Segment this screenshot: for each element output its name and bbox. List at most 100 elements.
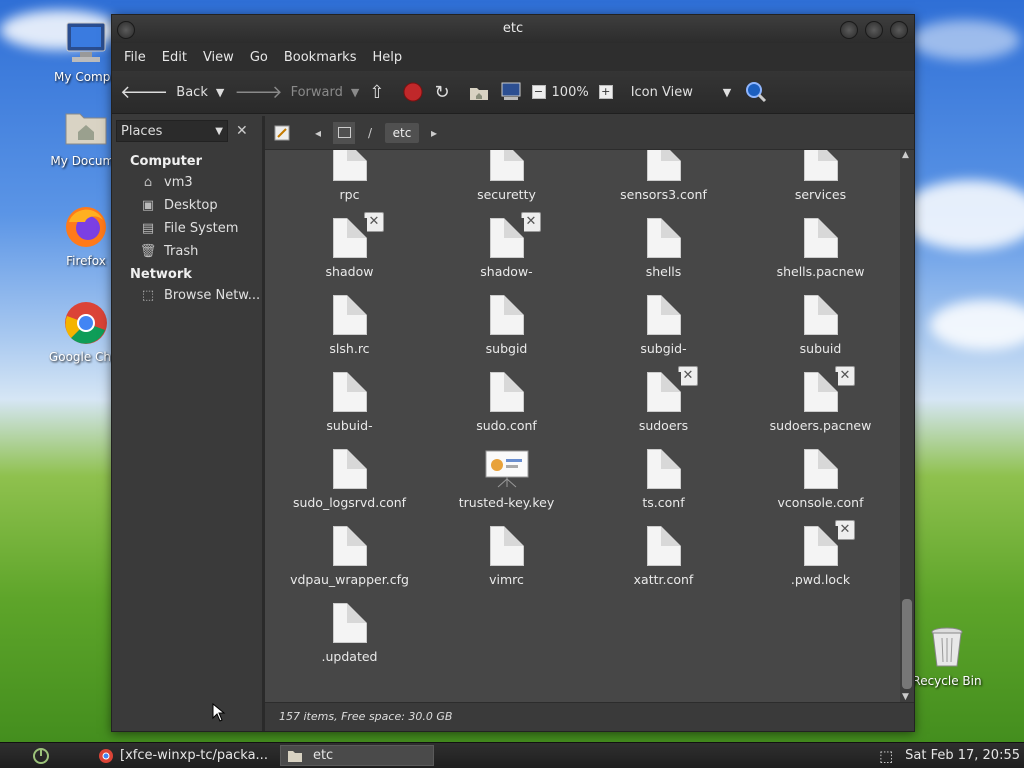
- path-scroll-left-button[interactable]: ◂: [307, 122, 329, 144]
- start-menu-icon: [33, 747, 49, 764]
- file-item[interactable]: subuid: [742, 285, 899, 362]
- close-button[interactable]: [890, 21, 908, 39]
- file-item[interactable]: services: [742, 150, 899, 208]
- desktop-icon: ▣: [141, 198, 155, 213]
- file-name: xattr.conf: [633, 572, 694, 587]
- vertical-scrollbar[interactable]: ▲ ▼: [900, 150, 914, 702]
- file-item[interactable]: trusted-key.key: [428, 439, 585, 516]
- back-button[interactable]: 🡐 Back: [120, 82, 208, 103]
- forward-button[interactable]: 🡒 Forward: [234, 82, 343, 103]
- sidebar-item-browse-network[interactable]: ⬚ Browse Netw...: [112, 284, 262, 307]
- stop-icon: [403, 82, 423, 102]
- file-name: subgid: [485, 341, 528, 356]
- file-item[interactable]: rpc: [271, 150, 428, 208]
- file-item[interactable]: securetty: [428, 150, 585, 208]
- file-item[interactable]: sudo.conf: [428, 362, 585, 439]
- file-item[interactable]: subgid-: [585, 285, 742, 362]
- menu-edit[interactable]: Edit: [154, 50, 195, 65]
- file-item[interactable]: vconsole.conf: [742, 439, 899, 516]
- close-sidebar-icon[interactable]: ✕: [236, 123, 248, 139]
- file-item[interactable]: shells.pacnew: [742, 208, 899, 285]
- menu-go[interactable]: Go: [242, 50, 276, 65]
- sidebar-pane-select[interactable]: Places ▼: [116, 120, 228, 142]
- cloud: [910, 20, 1020, 60]
- text-file-icon: [803, 150, 838, 181]
- file-item[interactable]: subgid: [428, 285, 585, 362]
- file-name: services: [794, 187, 847, 202]
- file-name: subuid: [799, 341, 842, 356]
- file-icon-view[interactable]: rpc securetty sensors3.conf services ✕ shadow…: [265, 150, 914, 702]
- file-name: rpc: [339, 187, 360, 202]
- menu-view[interactable]: View: [195, 50, 242, 65]
- toggle-location-entry-button[interactable]: [271, 122, 293, 144]
- sidebar-item-file-system[interactable]: ▤ File System: [112, 217, 262, 240]
- file-item[interactable]: ✕ sudoers: [585, 362, 742, 439]
- path-segment-current[interactable]: etc: [385, 122, 419, 143]
- file-item[interactable]: .updated: [271, 593, 428, 670]
- zoom-in-icon: +: [598, 85, 613, 99]
- file-item[interactable]: sensors3.conf: [585, 150, 742, 208]
- text-file-icon: [489, 295, 524, 335]
- text-file-icon: [803, 526, 838, 566]
- path-scroll-right-button[interactable]: ▸: [423, 122, 445, 144]
- zoom-in-button[interactable]: +: [598, 85, 621, 99]
- up-button[interactable]: ⇧: [369, 82, 392, 103]
- file-name: shadow-: [480, 264, 533, 279]
- home-button[interactable]: [468, 82, 490, 102]
- file-item[interactable]: vimrc: [428, 516, 585, 593]
- menu-help[interactable]: Help: [364, 50, 410, 65]
- text-file-icon: [646, 449, 681, 489]
- file-item[interactable]: ✕ .pwd.lock: [742, 516, 899, 593]
- file-name: subgid-: [640, 341, 687, 356]
- content-pane: ◂ / etc ▸ rpc securetty sensors3.conf servi…: [265, 116, 914, 731]
- sidebar-item-label: Browse Netw...: [164, 288, 261, 303]
- text-file-icon: [803, 372, 838, 412]
- sidebar-item-desktop[interactable]: ▣ Desktop: [112, 194, 262, 217]
- network-tray-icon[interactable]: ⬚: [879, 747, 893, 765]
- forward-history-dropdown[interactable]: ▼: [351, 86, 359, 99]
- file-item[interactable]: slsh.rc: [271, 285, 428, 362]
- text-file-icon: [803, 449, 838, 489]
- minimize-button[interactable]: [840, 21, 858, 39]
- file-item[interactable]: ts.conf: [585, 439, 742, 516]
- search-button[interactable]: [745, 81, 767, 103]
- file-name: sudo.conf: [476, 418, 537, 433]
- scrollbar-thumb[interactable]: [902, 599, 912, 689]
- sidebar-item-label: vm3: [164, 175, 193, 190]
- sidebar-item-vm3[interactable]: ⌂ vm3: [112, 171, 262, 194]
- scroll-down-arrow[interactable]: ▼: [902, 692, 909, 702]
- path-root-button[interactable]: [333, 121, 355, 144]
- sidebar-item-trash[interactable]: 🗑 Trash: [112, 240, 262, 263]
- clock[interactable]: Sat Feb 17, 20:55: [905, 748, 1020, 763]
- maximize-button[interactable]: [865, 21, 883, 39]
- task-label: etc: [312, 748, 334, 763]
- file-name: securetty: [477, 187, 536, 202]
- file-item[interactable]: subuid-: [271, 362, 428, 439]
- back-history-dropdown[interactable]: ▼: [216, 86, 224, 99]
- view-mode-select[interactable]: Icon View ▼: [631, 85, 731, 100]
- file-item[interactable]: shells: [585, 208, 742, 285]
- window-menu-button[interactable]: [117, 21, 135, 39]
- path-bar: ◂ / etc ▸: [265, 116, 914, 150]
- file-name: sudoers: [638, 418, 689, 433]
- file-item[interactable]: ✕ shadow-: [428, 208, 585, 285]
- file-name: sudo_logsrvd.conf: [292, 495, 407, 510]
- file-item[interactable]: ✕ sudoers.pacnew: [742, 362, 899, 439]
- file-item[interactable]: sudo_logsrvd.conf: [271, 439, 428, 516]
- scroll-up-arrow[interactable]: ▲: [902, 150, 909, 160]
- file-item[interactable]: ✕ shadow: [271, 208, 428, 285]
- start-button[interactable]: [30, 746, 52, 766]
- menu-bookmarks[interactable]: Bookmarks: [276, 50, 365, 65]
- reload-button[interactable]: ↻: [434, 82, 457, 103]
- task-file-manager[interactable]: etc: [279, 745, 434, 766]
- menu-file[interactable]: File: [116, 50, 154, 65]
- file-item[interactable]: xattr.conf: [585, 516, 742, 593]
- computer-button[interactable]: [500, 82, 522, 102]
- file-item[interactable]: vdpau_wrapper.cfg: [271, 516, 428, 593]
- stop-button[interactable]: [402, 81, 424, 103]
- file-name: vdpau_wrapper.cfg: [290, 572, 409, 587]
- desktop-icon-recycle-bin[interactable]: Recycle Bin: [905, 624, 989, 688]
- task-chrome[interactable]: [xfce-winxp-tc/packa...: [92, 745, 274, 766]
- title-bar[interactable]: etc: [112, 15, 914, 43]
- zoom-out-button[interactable]: − 100%: [531, 85, 589, 100]
